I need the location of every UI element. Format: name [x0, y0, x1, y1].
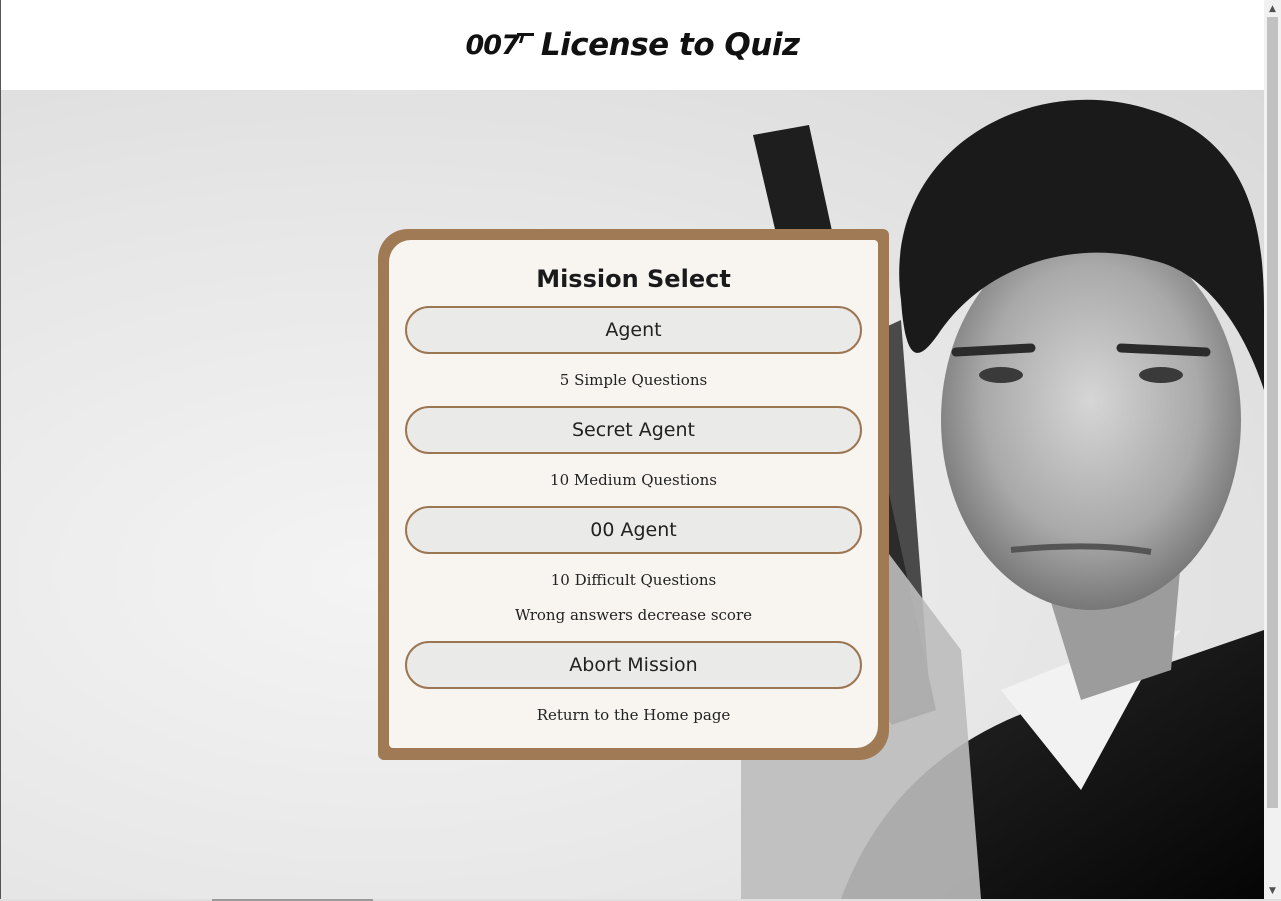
scrollbar-thumb[interactable]	[1267, 17, 1278, 808]
site-header: 007 License to Quiz	[1, 0, 1264, 90]
brand[interactable]: 007 License to Quiz	[466, 27, 800, 63]
abort-mission-button[interactable]: Abort Mission	[405, 641, 862, 689]
page-viewport: 007 License to Quiz Mission Select Agent…	[0, 0, 1264, 899]
scroll-up-arrow-icon[interactable]: ▲	[1264, 0, 1281, 17]
logo: 007	[465, 29, 534, 61]
double-o-agent-description: 10 Difficult Questions	[550, 571, 717, 589]
scroll-down-arrow-icon[interactable]: ▼	[1264, 882, 1281, 899]
gun-logo-icon	[516, 32, 534, 43]
double-o-agent-note: Wrong answers decrease score	[514, 606, 753, 624]
secret-agent-button[interactable]: Secret Agent	[405, 406, 862, 454]
mission-card: Mission Select Agent 5 Simple Questions …	[389, 240, 878, 748]
abort-mission-description: Return to the Home page	[536, 706, 731, 724]
site-title: License to Quiz	[540, 27, 800, 63]
vertical-scrollbar[interactable]: ▲ ▼	[1264, 0, 1281, 899]
agent-description: 5 Simple Questions	[559, 371, 708, 389]
secret-agent-description: 10 Medium Questions	[550, 471, 717, 489]
mission-heading: Mission Select	[536, 265, 731, 293]
agent-button[interactable]: Agent	[405, 306, 862, 354]
double-o-agent-button[interactable]: 00 Agent	[405, 506, 862, 554]
logo-text: 007	[465, 29, 520, 61]
